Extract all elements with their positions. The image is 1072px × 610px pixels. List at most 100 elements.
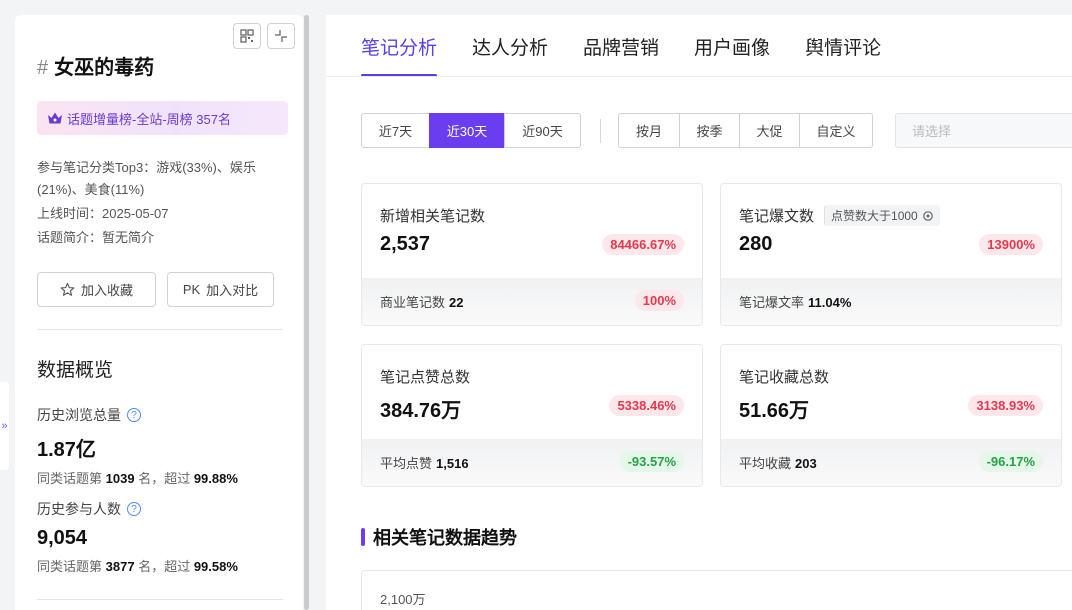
card-title-text: 笔记收藏总数 bbox=[739, 369, 830, 386]
stat-label-text: 历史浏览总量 bbox=[37, 407, 121, 423]
online-time: 上线时间：2025-05-07 bbox=[37, 206, 169, 221]
change-badge: -96.17% bbox=[978, 451, 1043, 472]
range-selector: 近7天 近30天 近90天 bbox=[361, 113, 581, 148]
card-sub-value: 22 bbox=[449, 295, 464, 310]
add-compare-label: 加入对比 bbox=[206, 283, 259, 298]
card-value: 2,537 bbox=[380, 233, 431, 255]
topic-title: # 女巫的毒药 bbox=[37, 51, 154, 80]
card-title: 新增相关笔记数 bbox=[380, 205, 485, 226]
rank-prefix: 同类话题第 bbox=[37, 471, 103, 486]
threshold-tag-text: 点赞数大于1000 bbox=[831, 209, 918, 223]
collapse-icon[interactable] bbox=[267, 23, 295, 49]
stat-participants: 历史参与人数 ? 9,054 同类话题第 3877 名，超过 99.58% bbox=[37, 499, 287, 575]
category-line: 参与笔记分类Top3：游戏(33%)、娱乐(21%)、美食(11%) bbox=[37, 160, 256, 197]
change-badge: 100% bbox=[634, 290, 684, 311]
gear-icon bbox=[922, 210, 933, 221]
tab-brand-marketing[interactable]: 品牌营销 bbox=[583, 15, 659, 77]
range-7d[interactable]: 近7天 bbox=[361, 113, 430, 148]
add-favorite-label: 加入收藏 bbox=[80, 283, 133, 298]
rank-mid: 名，超过 bbox=[138, 559, 191, 574]
period-select[interactable]: 请选择 bbox=[895, 113, 1072, 148]
card-title: 笔记爆文数 点赞数大于1000 bbox=[739, 205, 940, 226]
period-promo[interactable]: 大促 bbox=[739, 113, 800, 148]
help-icon[interactable]: ? bbox=[127, 502, 141, 516]
tab-public-opinion[interactable]: 舆情评论 bbox=[805, 15, 881, 77]
card-sub: 商业笔记数 22 bbox=[380, 292, 463, 311]
change-badge: -93.57% bbox=[619, 451, 684, 472]
stat-label: 历史参与人数 ? bbox=[37, 499, 287, 519]
stat-value: 1.87亿 bbox=[37, 439, 96, 461]
divider bbox=[600, 119, 601, 143]
crown-icon bbox=[48, 112, 62, 124]
card-title-text: 笔记点赞总数 bbox=[380, 369, 471, 386]
title-marker bbox=[361, 528, 365, 546]
period-quarter[interactable]: 按季 bbox=[679, 113, 740, 148]
period-selector: 按月 按季 大促 自定义 bbox=[618, 113, 873, 148]
card-sub-label: 笔记爆文率 bbox=[739, 295, 805, 310]
card-title: 笔记点赞总数 bbox=[380, 366, 470, 387]
tab-kol-analysis[interactable]: 达人分析 bbox=[472, 15, 548, 77]
topic-intro: 话题简介：暂无简介 bbox=[37, 230, 155, 245]
period-custom[interactable]: 自定义 bbox=[799, 113, 873, 148]
card-value: 384.76万 bbox=[380, 400, 462, 422]
panel-actions bbox=[233, 23, 295, 49]
change-badge: 13900% bbox=[979, 234, 1043, 255]
add-favorite-button[interactable]: 加入收藏 bbox=[37, 272, 156, 307]
expand-icon[interactable]: » bbox=[0, 382, 9, 470]
overview-title: 数据概览 bbox=[37, 360, 114, 381]
analysis-tabs: 笔记分析 达人分析 品牌营销 用户画像 舆情评论 bbox=[361, 15, 881, 77]
card-new-notes: 新增相关笔记数 2,537 84466.67% 商业笔记数 22 100% bbox=[361, 183, 703, 326]
tabs-divider bbox=[326, 76, 1072, 77]
pk-icon: PK bbox=[182, 282, 201, 297]
topic-info-panel: # 女巫的毒药 话题增量榜-全站-周榜 357名 参与笔记分类Top3：游戏(33… bbox=[15, 15, 303, 610]
y-axis-label: 2,100万 bbox=[380, 592, 426, 607]
divider bbox=[37, 599, 283, 600]
card-sub-label: 平均收藏 bbox=[739, 456, 792, 471]
rank-badge[interactable]: 话题增量榜-全站-周榜 357名 bbox=[37, 101, 288, 135]
card-sub-label: 商业笔记数 bbox=[380, 295, 446, 310]
rank-percent: 99.58% bbox=[193, 559, 238, 574]
qrcode-icon[interactable] bbox=[233, 23, 261, 49]
tab-note-analysis[interactable]: 笔记分析 bbox=[361, 15, 438, 77]
main-content: 笔记分析 达人分析 品牌营销 用户画像 舆情评论 近7天 近30天 近90天 按… bbox=[326, 15, 1072, 610]
card-total-saves: 笔记收藏总数 51.66万 3138.93% 平均收藏 203 -96.17% bbox=[720, 344, 1062, 487]
topic-actions: 加入收藏 PK 加入对比 bbox=[37, 272, 274, 307]
change-badge: 3138.93% bbox=[968, 395, 1043, 416]
stat-total-views: 历史浏览总量 ? 1.87亿 同类话题第 1039 名，超过 99.88% bbox=[37, 405, 287, 487]
divider bbox=[37, 329, 283, 330]
card-sub-value: 1,516 bbox=[436, 456, 469, 471]
trend-chart: 2,100万 bbox=[361, 570, 1072, 610]
add-compare-button[interactable]: PK 加入对比 bbox=[167, 272, 274, 307]
range-30d[interactable]: 近30天 bbox=[429, 113, 505, 148]
range-90d[interactable]: 近90天 bbox=[504, 113, 581, 148]
rank-prefix: 同类话题第 bbox=[37, 559, 103, 574]
stat-value: 9,054 bbox=[37, 527, 88, 549]
stat-rank: 同类话题第 3877 名，超过 99.58% bbox=[37, 556, 287, 575]
card-sub: 笔记爆文率 11.04% bbox=[739, 292, 851, 311]
rank-mid: 名，超过 bbox=[138, 471, 191, 486]
period-month[interactable]: 按月 bbox=[618, 113, 680, 148]
card-title-text: 笔记爆文数 bbox=[739, 208, 815, 225]
stat-label: 历史浏览总量 ? bbox=[37, 405, 287, 425]
change-badge: 5338.46% bbox=[609, 395, 684, 416]
panel-scrollbar[interactable] bbox=[304, 15, 309, 610]
topic-meta: 参与笔记分类Top3：游戏(33%)、娱乐(21%)、美食(11%) 上线时间：… bbox=[37, 157, 287, 251]
star-icon bbox=[60, 282, 75, 296]
card-value: 51.66万 bbox=[739, 400, 810, 422]
change-badge: 84466.67% bbox=[602, 234, 684, 255]
trend-title-text: 相关笔记数据趋势 bbox=[373, 528, 517, 548]
card-sub-value: 11.04% bbox=[808, 295, 852, 310]
topic-title-text: 女巫的毒药 bbox=[54, 57, 155, 79]
rank-badge-text: 话题增量榜-全站-周榜 357名 bbox=[67, 111, 231, 127]
card-viral-notes: 笔记爆文数 点赞数大于1000 280 13900% 笔记爆文率 11.04% bbox=[720, 183, 1062, 326]
help-icon[interactable]: ? bbox=[127, 408, 141, 422]
hash-icon: # bbox=[37, 57, 49, 79]
card-sub: 平均点赞 1,516 bbox=[380, 453, 469, 472]
card-total-likes: 笔记点赞总数 384.76万 5338.46% 平均点赞 1,516 -93.57… bbox=[361, 344, 703, 487]
stat-rank: 同类话题第 1039 名，超过 99.88% bbox=[37, 468, 287, 487]
tab-user-profile[interactable]: 用户画像 bbox=[694, 15, 770, 77]
rank-number: 3877 bbox=[105, 559, 135, 574]
card-value: 280 bbox=[739, 233, 773, 255]
threshold-tag[interactable]: 点赞数大于1000 bbox=[824, 205, 940, 226]
card-sub-label: 平均点赞 bbox=[380, 456, 433, 471]
